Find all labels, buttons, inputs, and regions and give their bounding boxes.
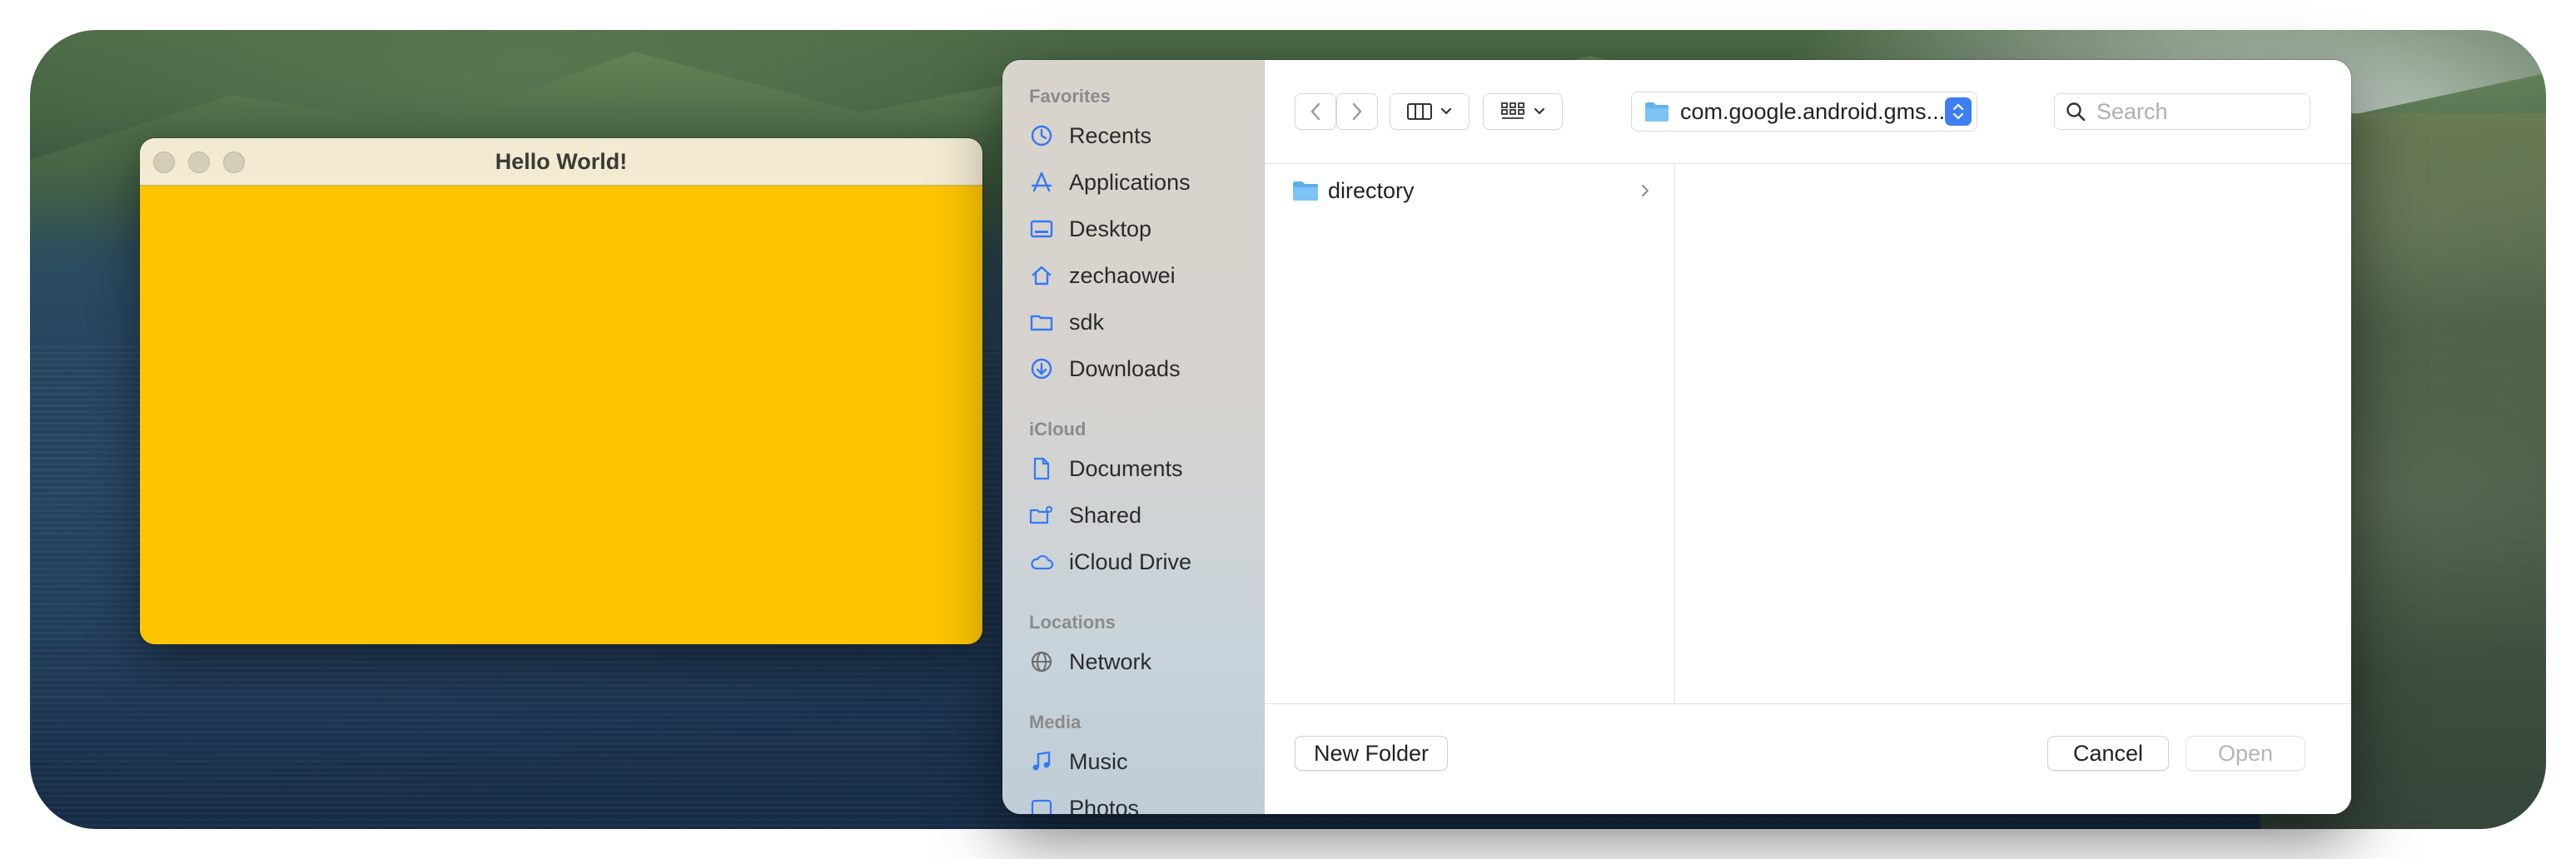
sidebar-item-label: Network <box>1069 648 1152 674</box>
sidebar-item-documents[interactable]: Documents <box>1029 449 1183 488</box>
up-down-chevron-icon <box>1945 97 1972 126</box>
back-button[interactable] <box>1295 93 1336 130</box>
folder-icon <box>1644 100 1670 123</box>
search-input[interactable] <box>2095 97 2298 126</box>
sidebar-section-favorites: Favorites <box>1029 86 1111 107</box>
home-icon <box>1029 263 1054 288</box>
sidebar-item-label: Documents <box>1069 455 1183 481</box>
dialog-footer: New Folder Cancel Open <box>1265 703 2351 814</box>
dialog-toolbar: com.google.android.gms... <box>1265 60 2351 164</box>
sidebar-item-desktop[interactable]: Desktop <box>1029 210 1151 248</box>
sidebar-section-locations: Locations <box>1029 612 1116 633</box>
sidebar-item-label: Shared <box>1069 502 1142 528</box>
sidebar-item-label: Downloads <box>1069 355 1181 381</box>
sidebar-item-recents[interactable]: Recents <box>1029 117 1151 155</box>
hello-world-window: Hello World! <box>140 138 982 644</box>
sidebar-item-network[interactable]: Network <box>1029 643 1151 681</box>
sidebar-item-label: sdk <box>1069 309 1105 335</box>
path-label: com.google.android.gms... <box>1680 98 1946 124</box>
sidebar-item-downloads[interactable]: Downloads <box>1029 350 1181 388</box>
folder-icon <box>1029 310 1054 335</box>
group-by-button[interactable] <box>1483 93 1563 130</box>
sidebar-section-icloud: iCloud <box>1029 419 1087 439</box>
path-popup-button[interactable]: com.google.android.gms... <box>1631 92 1977 132</box>
column-browser: directory <box>1265 164 2351 703</box>
sidebar-item-label: iCloud Drive <box>1069 549 1192 574</box>
open-file-dialog: Favorites Recents Applications Desktop z… <box>1002 60 2351 814</box>
applications-icon <box>1029 170 1054 195</box>
music-note-icon <box>1029 749 1054 774</box>
list-item-directory[interactable]: directory <box>1265 171 1674 211</box>
cancel-button[interactable]: Cancel <box>2047 736 2169 771</box>
photos-icon <box>1029 796 1054 814</box>
list-item-label: directory <box>1328 177 1415 203</box>
sidebar-item-home[interactable]: zechaowei <box>1029 256 1176 295</box>
sidebar-item-sdk[interactable]: sdk <box>1029 303 1104 341</box>
columns-icon <box>1406 102 1433 122</box>
forward-button[interactable] <box>1336 93 1378 130</box>
sidebar-item-shared[interactable]: Shared <box>1029 496 1141 534</box>
open-button[interactable]: Open <box>2186 736 2305 771</box>
sidebar-item-label: Recents <box>1069 122 1152 148</box>
window-content <box>140 186 982 644</box>
sidebar-item-label: Photos <box>1069 795 1140 815</box>
sidebar-item-applications[interactable]: Applications <box>1029 163 1191 201</box>
sidebar-item-icloud-drive[interactable]: iCloud Drive <box>1029 543 1191 581</box>
folder-icon <box>1291 179 1320 202</box>
search-field[interactable] <box>2054 93 2310 130</box>
download-icon <box>1029 356 1054 381</box>
sidebar-item-label: zechaowei <box>1069 262 1176 288</box>
sidebar-section-media: Media <box>1029 712 1082 732</box>
grid-icon <box>1499 101 1526 122</box>
sidebar-item-label: Applications <box>1069 169 1191 195</box>
search-icon <box>2065 101 2086 122</box>
window-titlebar[interactable]: Hello World! <box>140 138 982 186</box>
chevron-down-icon <box>1440 107 1453 117</box>
sidebar-item-label: Desktop <box>1069 216 1152 241</box>
clock-icon <box>1029 123 1054 148</box>
shared-folder-icon <box>1029 503 1054 528</box>
dialog-main: com.google.android.gms... directory <box>1265 60 2351 814</box>
column-view-button[interactable] <box>1390 93 1470 130</box>
document-icon <box>1029 456 1054 481</box>
globe-icon <box>1029 649 1054 674</box>
desktop-icon <box>1029 216 1054 241</box>
sidebar-item-music[interactable]: Music <box>1029 742 1128 781</box>
chevron-right-icon <box>1639 181 1651 201</box>
cloud-icon <box>1029 549 1054 574</box>
chevron-down-icon <box>1533 107 1546 117</box>
new-folder-button[interactable]: New Folder <box>1295 736 1448 771</box>
dialog-sidebar: Favorites Recents Applications Desktop z… <box>1002 60 1265 814</box>
browser-column-1: directory <box>1265 164 1675 703</box>
sidebar-item-photos[interactable]: Photos <box>1029 789 1139 814</box>
sidebar-item-label: Music <box>1069 748 1128 774</box>
window-title: Hello World! <box>495 149 628 174</box>
